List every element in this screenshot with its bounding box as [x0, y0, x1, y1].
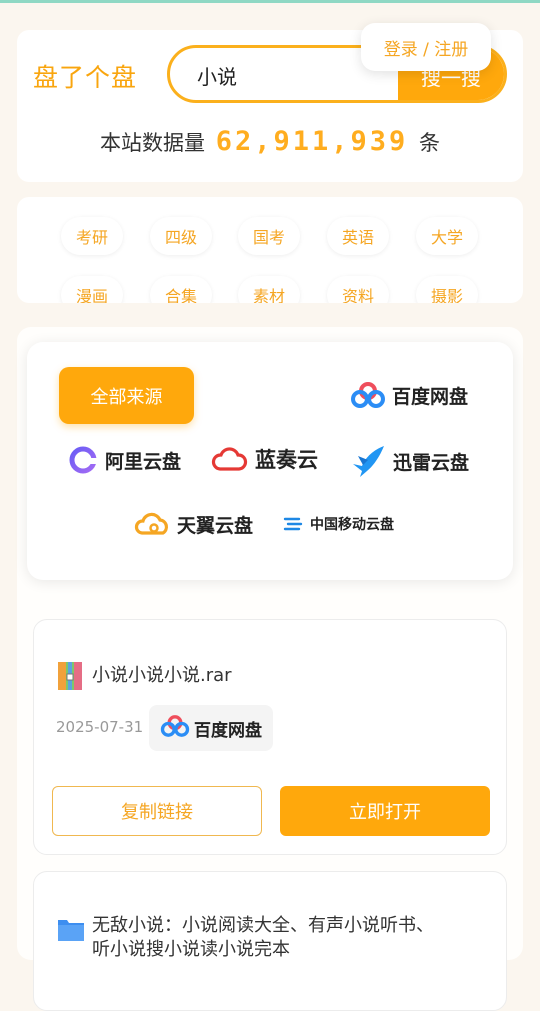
- source-xunlei[interactable]: 迅雷云盘: [351, 444, 469, 478]
- tag-chip[interactable]: 大学: [416, 217, 478, 255]
- stats-suffix: 条: [418, 131, 440, 155]
- source-filter: 全部来源 百度网盘 阿里云盘 蓝奏云 迅雷云盘 天翼云盘 中国移动云盘: [27, 342, 513, 580]
- stats-count: 62,911,939: [215, 126, 409, 157]
- tag-chip[interactable]: 四级: [150, 217, 212, 255]
- tag-chip[interactable]: 合集: [150, 276, 212, 303]
- xunlei-cloud-icon: [351, 444, 387, 478]
- result-title-line: 听小说搜小说读小说完本: [92, 939, 290, 960]
- source-aliyun[interactable]: 阿里云盘: [67, 444, 181, 476]
- source-label: 中国移动云盘: [310, 517, 394, 533]
- tag-chip[interactable]: 素材: [238, 276, 300, 303]
- china-mobile-cloud-icon: [282, 514, 304, 534]
- tianyi-cloud-icon: [134, 510, 172, 538]
- result-source-badge: 百度网盘: [149, 705, 273, 751]
- tag-chip[interactable]: 摄影: [416, 276, 478, 303]
- source-label: 蓝奏云: [255, 448, 318, 472]
- baidu-netdisk-icon: [350, 380, 386, 410]
- source-label: 百度网盘: [392, 385, 469, 408]
- result-source-label: 百度网盘: [194, 720, 262, 741]
- header-card: 盘了个盘 搜一搜 登录 / 注册 本站数据量 62,911,939 条: [17, 23, 523, 182]
- result-title[interactable]: 无敌小说：小说阅读大全、有声小说听书、 听小说搜小说读小说完本: [92, 914, 434, 962]
- source-label: 阿里云盘: [105, 450, 182, 473]
- source-lanzou[interactable]: 蓝奏云: [211, 444, 318, 474]
- login-register-button[interactable]: 登录 / 注册: [361, 23, 491, 71]
- folder-icon: [58, 917, 84, 945]
- result-title[interactable]: 小说小说小说.rar: [92, 661, 232, 687]
- source-tianyi[interactable]: 天翼云盘: [134, 510, 253, 538]
- source-baidu[interactable]: 百度网盘: [350, 380, 468, 410]
- result-card[interactable]: 无敌小说：小说阅读大全、有声小说听书、 听小说搜小说读小说完本: [33, 871, 507, 1011]
- copy-link-button[interactable]: 复制链接: [52, 786, 262, 836]
- aliyun-drive-icon: [67, 444, 99, 476]
- tag-chip[interactable]: 资料: [327, 276, 389, 303]
- tag-chip[interactable]: 国考: [238, 217, 300, 255]
- tag-cloud: 考研 四级 国考 英语 大学 漫画 合集 素材 资料 摄影: [17, 197, 523, 303]
- top-accent-bar: [0, 0, 540, 3]
- source-label: 天翼云盘: [177, 514, 254, 537]
- main-panel: 全部来源 百度网盘 阿里云盘 蓝奏云 迅雷云盘 天翼云盘 中国移动云盘 小说小说…: [17, 327, 523, 1011]
- open-now-button[interactable]: 立即打开: [280, 786, 490, 836]
- stats-prefix: 本站数据量: [100, 131, 206, 155]
- baidu-netdisk-icon: [160, 713, 190, 744]
- site-logo[interactable]: 盘了个盘: [33, 58, 137, 94]
- tag-chip[interactable]: 考研: [61, 217, 123, 255]
- source-all-button[interactable]: 全部来源: [59, 367, 194, 424]
- tag-chip[interactable]: 英语: [327, 217, 389, 255]
- site-stats: 本站数据量 62,911,939 条: [17, 126, 523, 157]
- lanzou-cloud-icon: [211, 444, 249, 474]
- tag-chip[interactable]: 漫画: [61, 276, 123, 303]
- result-title-line: 无敌小说：小说阅读大全、有声小说听书、: [92, 915, 434, 936]
- source-china-mobile[interactable]: 中国移动云盘: [282, 514, 394, 534]
- result-date: 2025-07-31: [56, 718, 144, 736]
- archive-file-icon: [58, 662, 82, 694]
- result-card[interactable]: 小说小说小说.rar 2025-07-31 百度网盘 复制链接 立即打开: [33, 619, 507, 855]
- source-label: 迅雷云盘: [393, 451, 470, 474]
